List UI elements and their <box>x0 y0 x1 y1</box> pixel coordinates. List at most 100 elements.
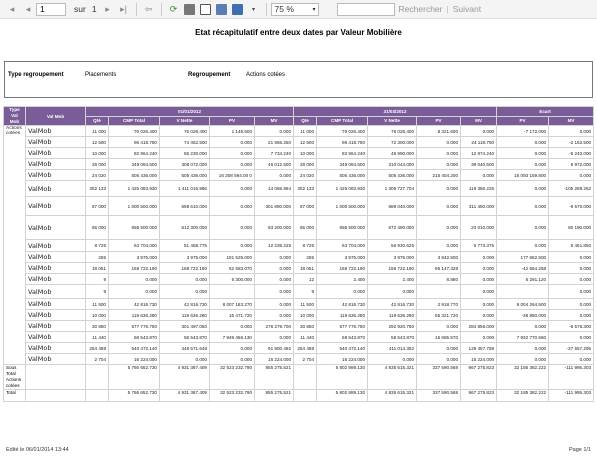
value-cell: -105 289.262 <box>548 180 595 197</box>
value-cell: 265 <box>293 251 318 263</box>
value-cell: 76 026.400 <box>316 125 369 137</box>
value-cell: 21 956.250 <box>253 136 295 148</box>
value-cell: 505 436.000 <box>108 169 160 181</box>
next-page-icon[interactable]: ▸ <box>102 2 114 16</box>
prev-page-icon[interactable]: ◂ <box>22 2 34 16</box>
page-total: 1 <box>91 4 97 14</box>
value-cell: 74 462.500 <box>159 136 210 148</box>
toolbar-divider <box>160 2 162 16</box>
header-ec-col: PV <box>496 115 550 126</box>
val-mob-cell: ValMob <box>25 196 86 216</box>
toolbar-divider <box>135 2 137 16</box>
value-cell: 0.000 <box>416 196 462 216</box>
value-cell: 265 <box>85 251 109 263</box>
print-layout-icon[interactable] <box>200 2 212 16</box>
value-cell: 96 418.750 <box>108 136 160 148</box>
value-cell: 91 900.492 <box>253 342 295 354</box>
subtotal-value-cell: 855 275.521 <box>253 364 295 390</box>
export-dropdown-icon[interactable]: ▾ <box>248 2 260 16</box>
value-cell: 30 850 <box>85 320 109 332</box>
value-cell: 12 500 <box>293 136 318 148</box>
subtotal-row: Sous Total Actions cotées 5 766 652.730 4 … <box>3 364 595 390</box>
first-page-icon[interactable]: ◂ <box>6 2 18 16</box>
val-mob-cell: ValMob <box>25 136 86 148</box>
total-value-cell: 337 590.568 <box>416 389 462 402</box>
back-icon[interactable]: ⇦ <box>143 2 155 16</box>
page-number-input[interactable] <box>36 2 66 16</box>
value-cell: 7 949 456.130 <box>209 331 255 343</box>
value-cell: 0.000 <box>548 331 595 343</box>
value-cell: 0.000 <box>496 196 550 216</box>
value-cell: 0.000 <box>159 353 210 365</box>
value-cell: 284 856.000 <box>460 320 498 332</box>
total-value-cell: 5 802 889.130 <box>316 389 369 402</box>
subtotal-value-cell: 5 802 889.130 <box>316 364 369 390</box>
filter-box: Type regroupement Placements Regroupemen… <box>4 61 593 98</box>
value-cell: 0.000 <box>496 342 550 354</box>
value-cell: 0.000 <box>209 196 255 216</box>
header-d2-col: V Nette <box>367 115 418 126</box>
value-cell: 0.000 <box>253 284 295 299</box>
value-cell: 0.000 <box>253 169 295 181</box>
footer-page-number: Page 1/1 <box>568 447 591 453</box>
table-row: ValMob 264 488 540 472.140 448 571.648 0.000… <box>4 342 595 354</box>
value-cell: 76 026.400 <box>367 125 418 137</box>
value-cell: 72 300.000 <box>367 136 418 148</box>
header-d1-col: PV <box>209 115 255 126</box>
value-cell: 215 404.200 <box>416 169 462 181</box>
val-mob-cell: ValMob <box>25 169 86 181</box>
value-cell: 0.000 <box>416 342 462 354</box>
val-mob-cell: ValMob <box>25 180 86 197</box>
value-cell: 11 000 <box>85 125 109 137</box>
value-cell: 577 776.750 <box>316 320 369 332</box>
value-cell: 10 000 <box>85 309 109 321</box>
type-regroupement-value: Placements <box>85 72 117 78</box>
value-cell: -38 850.000 <box>496 309 550 321</box>
table-row: ValMob 30 850 577 776.750 301 497.050 0.000 2… <box>4 320 595 332</box>
page-setup-icon[interactable] <box>216 2 228 16</box>
value-cell: 129 457.788 <box>460 342 498 354</box>
total-value-cell <box>293 389 318 402</box>
report-title: Etat récapitulatif entre deux dates par … <box>195 28 402 37</box>
export-icon[interactable] <box>232 2 244 16</box>
value-cell: 18 051 <box>85 262 109 274</box>
print-icon[interactable] <box>184 2 196 16</box>
value-cell: 58 543.870 <box>316 331 369 343</box>
next-link[interactable]: Suivant <box>453 4 481 14</box>
find-link[interactable]: Rechercher <box>399 4 443 14</box>
value-cell: 11 000 <box>293 125 318 137</box>
header-d2-col: MV <box>460 115 498 126</box>
last-page-icon[interactable]: ▸| <box>118 2 130 16</box>
value-cell: 30 850 <box>293 320 318 332</box>
value-cell: 58 543.870 <box>159 331 210 343</box>
value-cell <box>496 284 550 299</box>
value-cell: 82 964.240 <box>108 147 160 159</box>
header-val-mob: Val Mob <box>25 106 86 126</box>
value-cell: 0.000 <box>209 239 255 252</box>
value-cell: 10 000 <box>85 147 109 159</box>
value-cell <box>209 284 255 299</box>
table-row: ValMob 11 440 58 543.870 58 543.870 7 949 45… <box>4 331 595 343</box>
table-row: ValMob 65 000 695 500.000 612 300.000 0.000 8… <box>4 215 595 240</box>
value-cell: 540 472.140 <box>108 342 160 354</box>
search-input[interactable] <box>336 2 395 16</box>
value-cell: 612 300.000 <box>159 215 210 240</box>
total-value-cell: 4 835 615.321 <box>367 389 418 402</box>
table-row: ValMob 9 0.000 0.000 0.000 9 0.000 0.000 0.000 0.… <box>4 284 595 299</box>
value-cell: 46 012.500 <box>253 158 295 170</box>
value-cell: 10 000 <box>293 147 318 159</box>
total-value-cell: 967 275.823 <box>460 389 498 402</box>
value-cell: 51 468.775 <box>159 239 210 252</box>
value-cell: 0.000 <box>460 298 498 310</box>
refresh-icon[interactable]: ⟳ <box>168 2 180 16</box>
value-cell: 16 224.000 <box>316 353 369 365</box>
value-cell: 672 490.000 <box>367 215 418 240</box>
zoom-select[interactable]: 75 % ▾ <box>270 2 319 16</box>
value-cell: 56 930.625 <box>367 239 418 252</box>
table-row: ValMob 12 500 96 418.750 74 462.500 0.000 21 … <box>4 136 595 148</box>
total-value-cell: 32 185 382.222 <box>496 389 550 402</box>
header-d2-col: CMP Total <box>316 115 369 126</box>
total-blank-cell <box>25 389 86 402</box>
value-cell: 96 418.750 <box>316 136 369 148</box>
table-row: ValMob 10 000 82 964.240 55 230.000 0.000 7 7… <box>4 147 595 159</box>
